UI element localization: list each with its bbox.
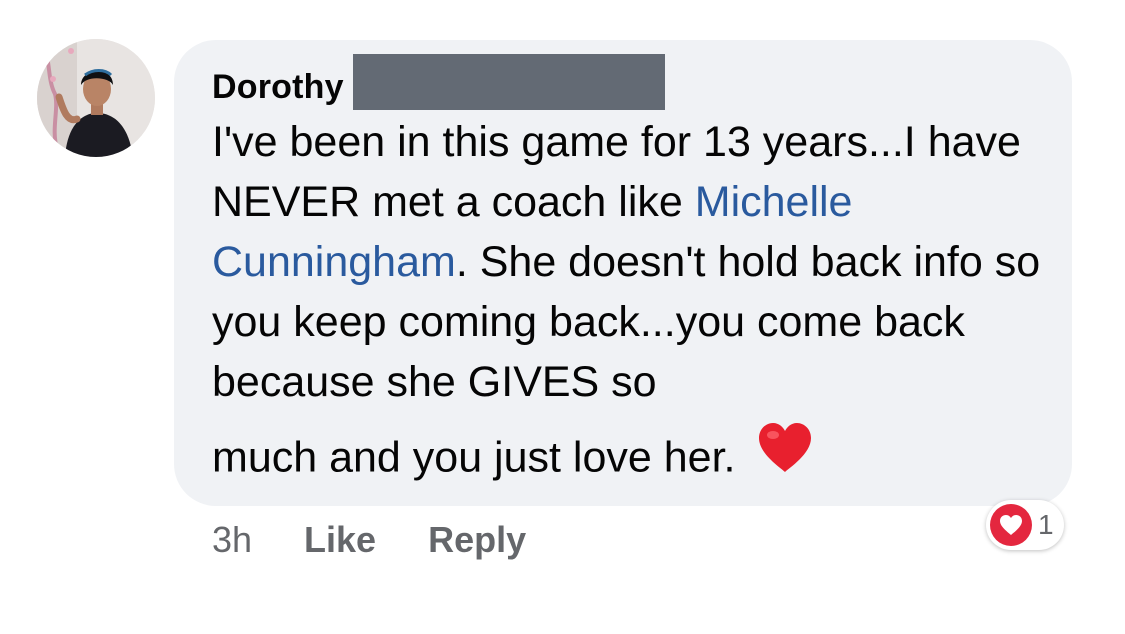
reply-button[interactable]: Reply [428, 519, 526, 561]
comment-actions: 3h Like Reply [212, 516, 526, 564]
heart-reaction-icon [990, 504, 1032, 546]
like-button[interactable]: Like [304, 519, 376, 561]
comment-text: I've been in this game for 13 years...I … [212, 112, 1052, 494]
avatar[interactable] [37, 39, 155, 157]
heart-emoji-icon [757, 422, 813, 490]
redaction-box [353, 54, 665, 110]
reaction-summary[interactable]: 1 [986, 500, 1064, 550]
timestamp[interactable]: 3h [212, 519, 252, 561]
comment-text-part-1: I've been in this game for 13 years...I … [212, 118, 1021, 226]
comment-author[interactable]: Dorothy [212, 64, 344, 110]
reaction-count: 1 [1038, 509, 1054, 540]
comment-text-part-3: much and you just love her. [212, 433, 736, 482]
comment-text-last-line: much and you just love her. [212, 423, 813, 494]
author-name[interactable]: Dorothy [212, 68, 344, 107]
